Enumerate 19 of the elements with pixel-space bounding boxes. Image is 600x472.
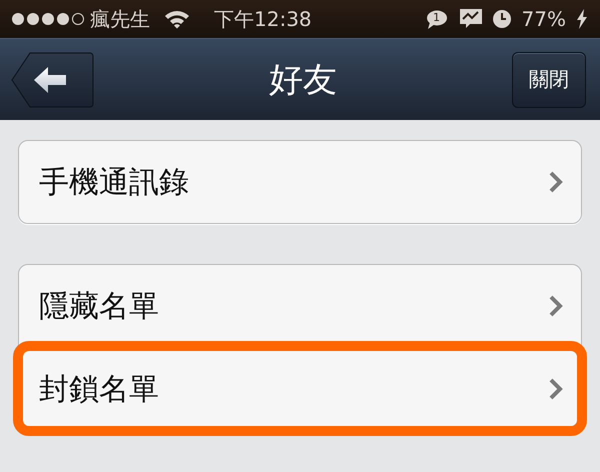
item-label: 封鎖名單 — [39, 370, 159, 408]
item-label: 手機通訊錄 — [39, 164, 189, 202]
back-button[interactable] — [10, 52, 94, 108]
chevron-icon — [549, 378, 563, 400]
wifi-icon — [164, 9, 190, 29]
close-button[interactable]: 關閉 — [512, 52, 586, 108]
chevron-icon — [549, 171, 563, 193]
clock-icon — [492, 9, 512, 29]
nav-title: 好友 — [269, 58, 337, 102]
item-label: 隱藏名單 — [39, 288, 159, 326]
notification-badge: 1 — [426, 10, 450, 28]
carrier-name: 瘋先生 — [90, 6, 150, 32]
signal-icon — [12, 13, 84, 25]
chart-message-icon — [460, 9, 482, 29]
list-item[interactable]: 手機通訊錄 — [19, 141, 581, 223]
battery-percent: 77% — [522, 7, 566, 31]
status-time: 下午12:38 — [214, 6, 313, 32]
charging-icon — [576, 9, 588, 29]
chevron-icon — [549, 295, 563, 317]
